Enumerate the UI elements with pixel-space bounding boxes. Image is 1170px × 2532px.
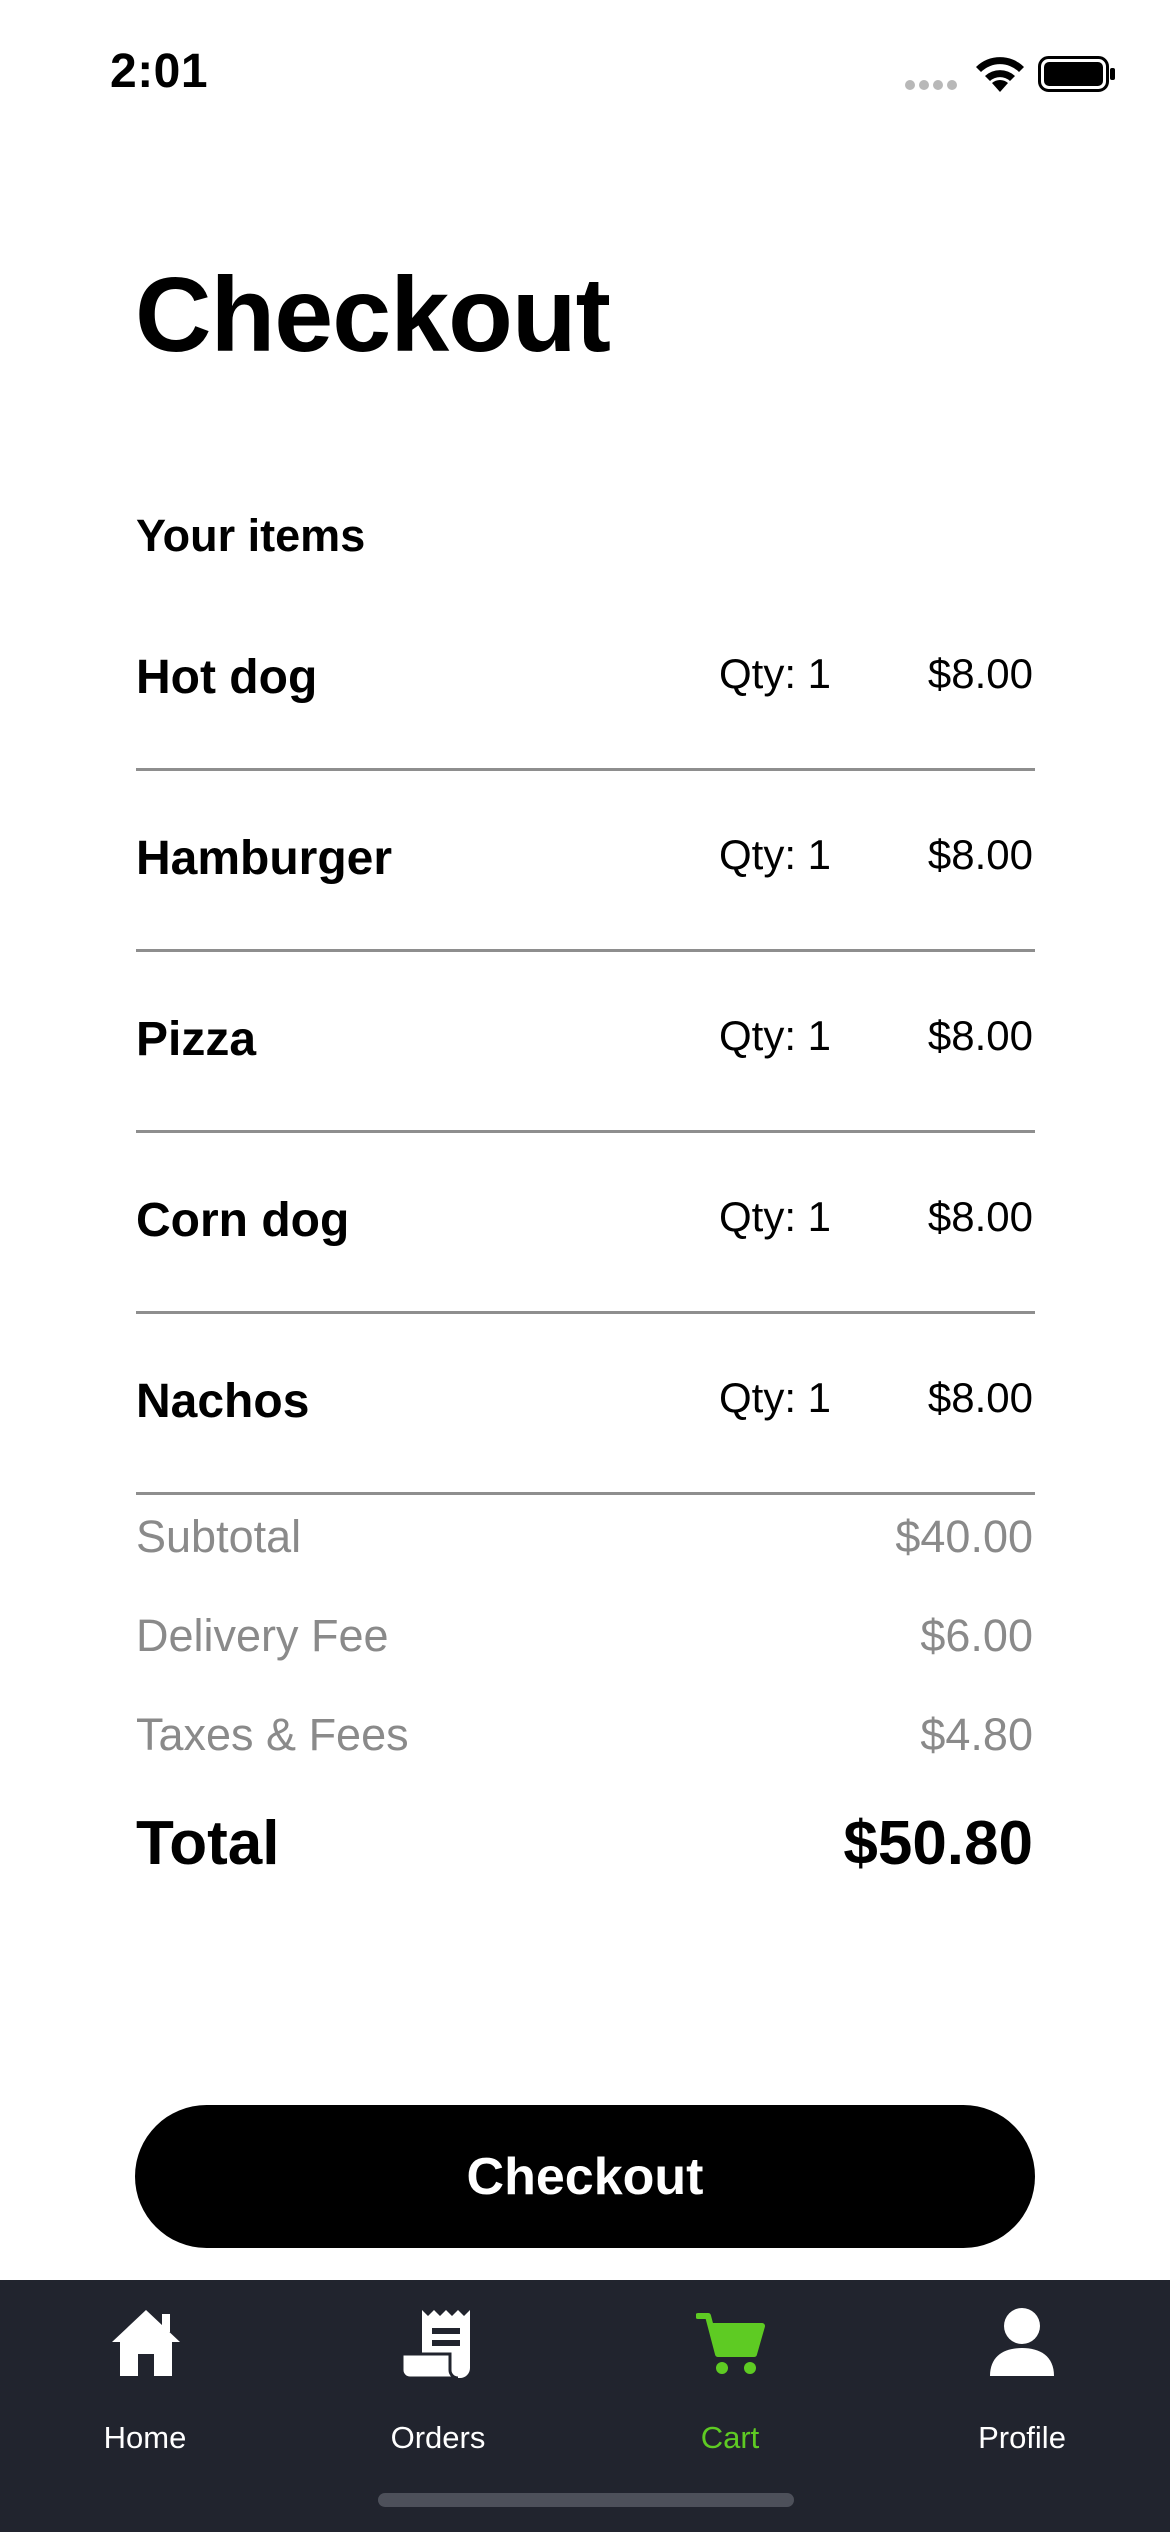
tab-label-orders: Orders [390, 2420, 486, 2455]
person-icon [990, 2308, 1054, 2376]
subtotal-row: Subtotal $40.00 [136, 1505, 1033, 1604]
tab-profile[interactable]: Profile [922, 2280, 1122, 2470]
tab-bar: Home Orders Cart Profile [0, 2280, 1170, 2532]
page-title: Checkout [135, 256, 611, 374]
item-quantity: Qty: 1 [719, 1193, 832, 1240]
cart-icon [696, 2313, 765, 2374]
item-name: Hot dog [136, 651, 318, 704]
order-summary: Subtotal $40.00 Delivery Fee $6.00 Taxes… [136, 1505, 1033, 1802]
item-name: Nachos [136, 1375, 310, 1428]
house-icon [112, 2310, 180, 2376]
wifi-icon [976, 57, 1024, 92]
total-value: $50.80 [843, 1809, 1033, 1878]
status-time: 2:01 [110, 45, 209, 98]
tab-label-home: Home [103, 2420, 187, 2455]
taxes-fees-row: Taxes & Fees $4.80 [136, 1703, 1033, 1802]
item-name: Pizza [136, 1013, 257, 1066]
item-price: $8.00 [927, 1012, 1033, 1059]
cart-items-list: Hot dog Qty: 1 $8.00 Hamburger Qty: 1 $8… [136, 590, 1035, 1495]
item-quantity: Qty: 1 [719, 650, 832, 697]
item-quantity: Qty: 1 [719, 831, 832, 878]
total-label: Total [136, 1809, 280, 1878]
item-name: Hamburger [136, 832, 393, 885]
delivery-fee-row: Delivery Fee $6.00 [136, 1604, 1033, 1703]
item-quantity: Qty: 1 [719, 1374, 832, 1421]
section-label-your-items: Your items [136, 510, 366, 561]
list-item[interactable]: Corn dog Qty: 1 $8.00 [136, 1133, 1035, 1314]
tab-cart[interactable]: Cart [630, 2280, 830, 2470]
taxes-fees-label: Taxes & Fees [136, 1709, 409, 1760]
item-price: $8.00 [927, 650, 1033, 697]
tab-home[interactable]: Home [45, 2280, 245, 2470]
delivery-fee-label: Delivery Fee [136, 1610, 389, 1661]
item-name: Corn dog [136, 1194, 350, 1247]
list-item[interactable]: Hot dog Qty: 1 $8.00 [136, 590, 1035, 771]
tab-orders[interactable]: Orders [338, 2280, 538, 2470]
checkout-button[interactable]: Checkout [135, 2105, 1035, 2248]
list-item[interactable]: Pizza Qty: 1 $8.00 [136, 952, 1035, 1133]
subtotal-value: $40.00 [895, 1511, 1033, 1562]
status-bar: 2:01 [0, 0, 1170, 150]
battery-icon [1038, 56, 1115, 92]
item-price: $8.00 [927, 1374, 1033, 1421]
taxes-fees-value: $4.80 [920, 1709, 1033, 1760]
item-quantity: Qty: 1 [719, 1012, 832, 1059]
delivery-fee-value: $6.00 [920, 1610, 1033, 1661]
receipt-icon [400, 2310, 470, 2380]
home-indicator [378, 2493, 794, 2507]
list-item[interactable]: Nachos Qty: 1 $8.00 [136, 1314, 1035, 1495]
total-row: Total $50.80 [136, 1808, 1033, 1888]
cellular-signal-icon [905, 80, 961, 92]
item-price: $8.00 [927, 1193, 1033, 1240]
list-item[interactable]: Hamburger Qty: 1 $8.00 [136, 771, 1035, 952]
tab-label-cart: Cart [700, 2420, 760, 2455]
tab-label-profile: Profile [978, 2420, 1066, 2455]
item-price: $8.00 [927, 831, 1033, 878]
subtotal-label: Subtotal [136, 1511, 302, 1562]
